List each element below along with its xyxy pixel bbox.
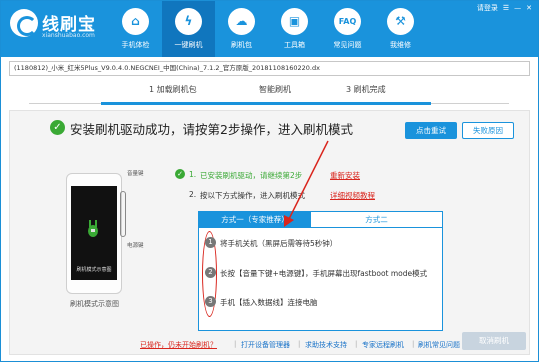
nav-label: 手机体检 [121, 41, 150, 49]
close-icon[interactable]: ✕ [526, 4, 532, 12]
rom-package-icon: ☁ [228, 8, 255, 35]
device-manager-link[interactable]: 打开设备管理器 [241, 340, 290, 350]
footer-links: 已操作，仍未开始刷机？ | 打开设备管理器 | 求助技术支持 | 专家远程刷机 … [10, 334, 529, 354]
login-link[interactable]: 请登录 [477, 3, 498, 13]
main-panel: ✓ 安装刷机驱动成功，请按第2步操作，进入刷机模式 点击重试 失败原因 刷机模式… [9, 110, 530, 355]
rom-path-field: (1180812)_小米_红米5Plus_V9.0.4.0.NEGCNEI_中国… [9, 61, 530, 76]
volume-key-label: 音量键 [127, 171, 144, 177]
tech-support-link[interactable]: 求助技术支持 [305, 340, 347, 350]
top-nav: ⌂ 手机体检 ϟ 一键刷机 ☁ 刷机包 ▣ 工具箱 FAQ 常见问题 ⚒ 我维修 [109, 1, 427, 57]
app-window: 线刷宝 xianshuabao.com ⌂ 手机体检 ϟ 一键刷机 ☁ 刷机包 … [0, 0, 539, 362]
method-tabs-panel: 方式一（专家推荐） 方式二 1 将手机关机（黑屏后需等待5秒钟） 2 长按【音量… [198, 211, 443, 331]
repair-icon: ⚒ [387, 8, 414, 35]
nav-item-toolbox[interactable]: ▣ 工具箱 [268, 1, 321, 57]
nav-label: 刷机包 [231, 41, 252, 49]
step-flash-complete: 3 刷机完成 [346, 85, 386, 94]
operation-3-text: 手机【插入数据线】连接电脑 [220, 298, 318, 307]
success-check-icon: ✓ [50, 120, 65, 135]
remote-flash-link[interactable]: 专家远程刷机 [362, 340, 404, 350]
phone-illustration: 刷机模式示意图 [66, 173, 122, 294]
step-load-rom: 1 加载刷机包 [149, 85, 197, 94]
logo-icon [10, 9, 38, 37]
step-num-3: 3 [205, 296, 216, 307]
cancel-flash-button[interactable]: 取消刷机 [462, 332, 526, 350]
check-icon: ✓ [175, 169, 185, 179]
nav-item-flash[interactable]: ϟ 一键刷机 [162, 1, 215, 57]
step-progress-fill [101, 102, 431, 105]
nav-item-phone-check[interactable]: ⌂ 手机体检 [109, 1, 162, 57]
step-indicator: 1 加载刷机包 智能刷机 3 刷机完成 [1, 84, 538, 102]
faq-icon: FAQ [334, 8, 361, 35]
operation-1-text: 将手机关机（黑屏后需等待5秒钟） [220, 239, 338, 248]
nav-item-faq[interactable]: FAQ 常见问题 [321, 1, 374, 57]
step-num-2: 2 [205, 267, 216, 278]
toolbox-icon: ▣ [281, 8, 308, 35]
nav-item-rom-package[interactable]: ☁ 刷机包 [215, 1, 268, 57]
phone-screen: 刷机模式示意图 [71, 186, 117, 280]
not-started-link[interactable]: 已操作，仍未开始刷机？ [140, 340, 217, 350]
separator: | [298, 340, 301, 348]
header-bar: 线刷宝 xianshuabao.com ⌂ 手机体检 ϟ 一键刷机 ☁ 刷机包 … [1, 1, 538, 57]
nav-label: 一键刷机 [174, 41, 203, 49]
nav-label: 工具箱 [284, 41, 305, 49]
phone-side-buttons [120, 191, 126, 237]
brand-url: xianshuabao.com [42, 32, 95, 39]
window-controls: 请登录 ☰ — ✕ [477, 3, 532, 13]
instruction-1-num: 1. [189, 170, 197, 179]
separator: | [412, 340, 415, 348]
phone-check-icon: ⌂ [122, 8, 149, 35]
nav-label: 我维修 [390, 41, 411, 49]
retry-button[interactable]: 点击重试 [405, 122, 457, 139]
phone-caption: 刷机模式示意图 [70, 300, 119, 308]
operation-2-text: 长按【音量下键+电源键】，手机屏幕出现fastboot mode模式 [220, 269, 428, 278]
red-arrow-icon [284, 140, 329, 227]
menu-icon[interactable]: ☰ [503, 4, 509, 12]
flash-faq-link[interactable]: 刷机常见问题 [418, 340, 460, 350]
status-title: 安装刷机驱动成功，请按第2步操作，进入刷机模式 [70, 122, 353, 137]
fail-reason-button[interactable]: 失败原因 [462, 122, 514, 139]
separator: | [355, 340, 358, 348]
instruction-2-num: 2. [189, 190, 197, 199]
separator: | [234, 340, 237, 348]
nav-item-repair[interactable]: ⚒ 我维修 [374, 1, 427, 57]
step-smart-flash: 智能刷机 [259, 85, 291, 94]
minimize-icon[interactable]: — [514, 4, 521, 12]
nav-label: 常见问题 [333, 41, 362, 49]
step-num-1: 1 [205, 237, 216, 248]
mi-bunny-icon [88, 220, 98, 237]
flash-icon: ϟ [175, 8, 202, 35]
power-key-label: 电源键 [127, 243, 144, 249]
phone-screen-label: 刷机模式示意图 [76, 267, 112, 273]
